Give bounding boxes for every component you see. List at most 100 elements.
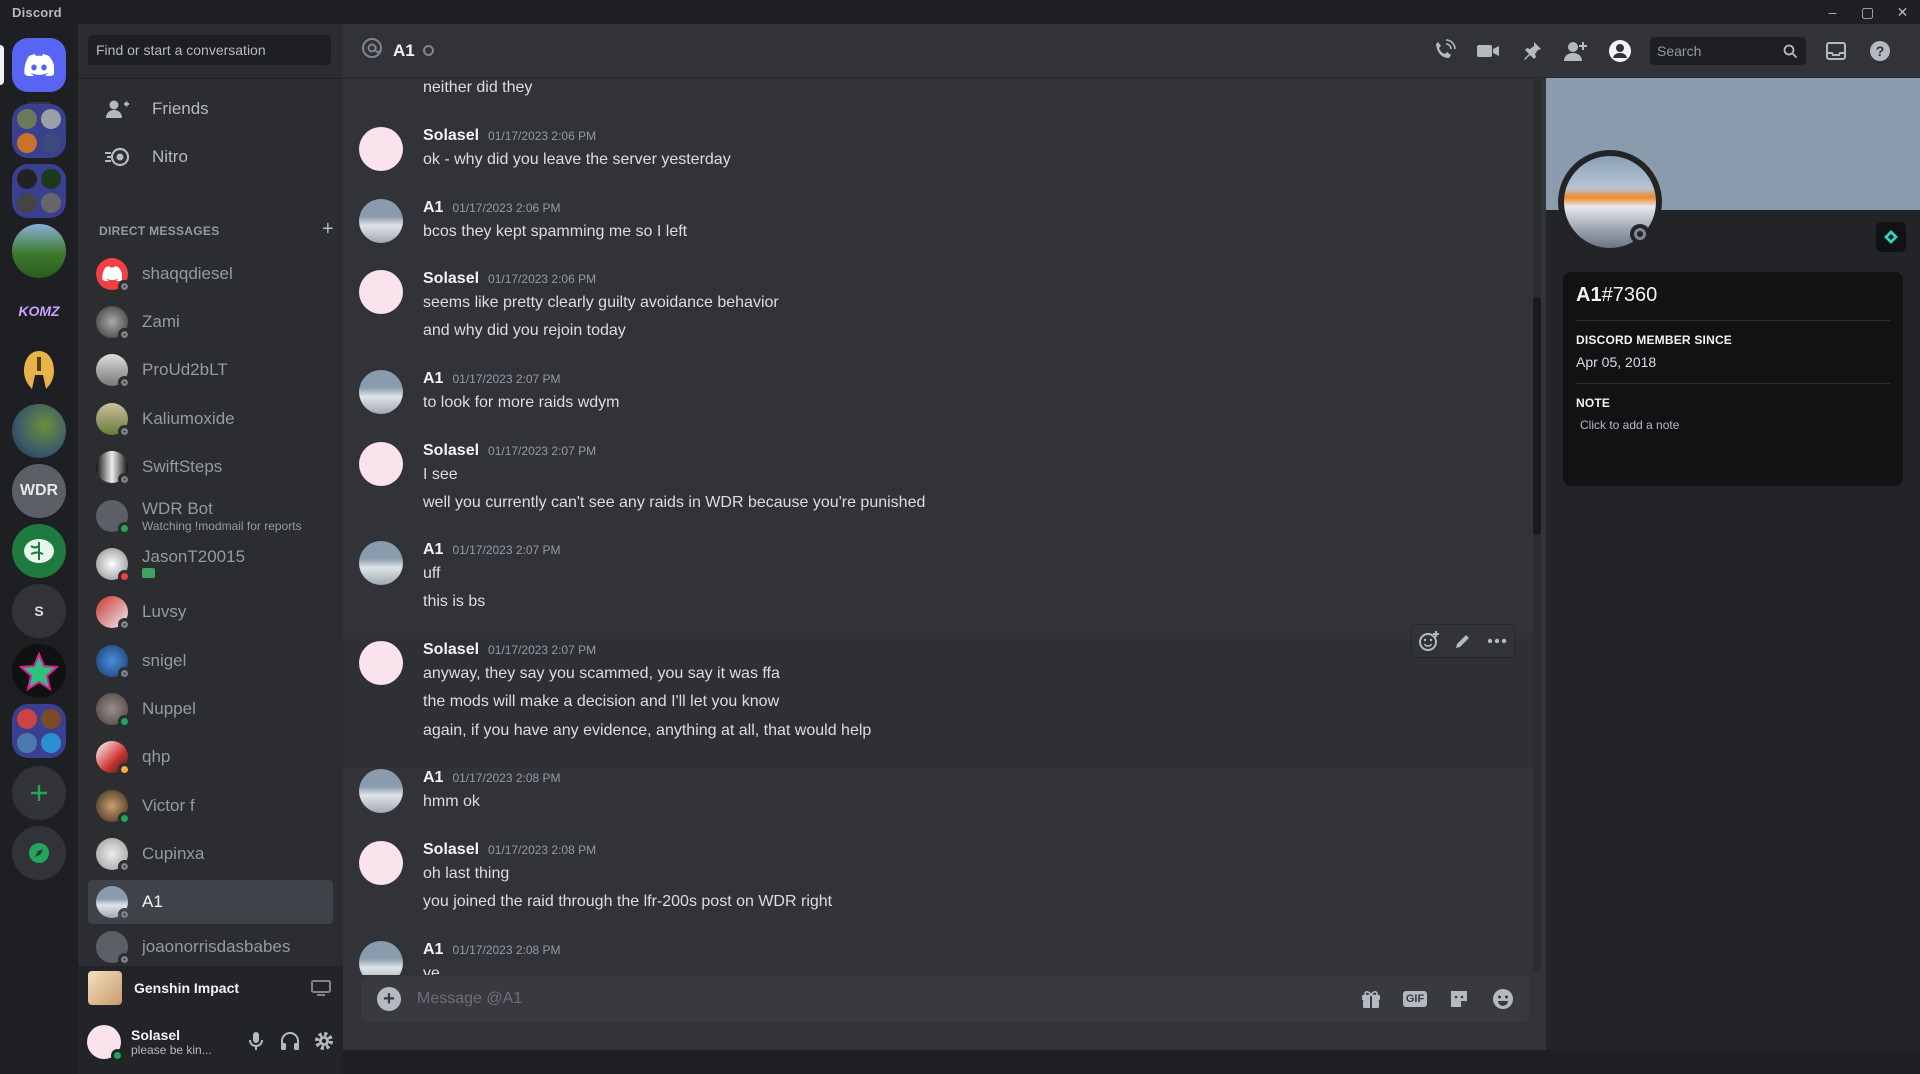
server-icon-brain[interactable]	[12, 524, 66, 578]
message-avatar[interactable]	[359, 270, 403, 314]
dm-item[interactable]: Nuppel	[88, 687, 333, 731]
server-icon-s[interactable]: S	[12, 584, 66, 638]
server-icon-map[interactable]	[12, 404, 66, 458]
gift-icon[interactable]	[1354, 985, 1388, 1013]
gif-button[interactable]: GIF	[1398, 985, 1432, 1013]
message-composer[interactable]: + Message @A1 GIF	[361, 976, 1530, 1022]
server-folder-2[interactable]	[12, 164, 66, 218]
message-text: the mods will make a decision and I'll l…	[423, 693, 780, 710]
message-author[interactable]: Solasel	[423, 270, 479, 288]
attach-plus-icon[interactable]: +	[377, 987, 401, 1011]
server-folder-3[interactable]	[12, 704, 66, 758]
recipient-name: A1	[393, 40, 415, 60]
message-avatar[interactable]	[359, 370, 403, 414]
screen-share-icon[interactable]	[311, 979, 331, 1002]
message-avatar[interactable]	[359, 442, 403, 486]
message-timestamp: 01/17/2023 2:08 PM	[488, 843, 597, 857]
user-profile-icon[interactable]	[1598, 36, 1642, 66]
dm-search-input[interactable]: Find or start a conversation	[88, 35, 331, 65]
message-author[interactable]: A1	[423, 541, 443, 559]
server-icon-star[interactable]	[12, 644, 66, 698]
headphones-icon[interactable]	[279, 1030, 301, 1057]
message-author[interactable]: Solasel	[423, 841, 479, 859]
message-author[interactable]: Solasel	[423, 442, 479, 460]
dm-item[interactable]: shaqqdiesel	[88, 252, 333, 296]
video-call-icon[interactable]	[1466, 36, 1510, 66]
dm-item[interactable]: WDR Bot Watching !modmail for reports	[88, 494, 333, 538]
dm-item-active[interactable]: A1	[88, 880, 333, 924]
dm-item[interactable]: Kaliumoxide	[88, 397, 333, 441]
scrollbar-thumb[interactable]	[1533, 297, 1541, 535]
voice-call-icon[interactable]	[1422, 36, 1466, 66]
message-avatar[interactable]	[359, 641, 403, 685]
dm-item[interactable]: joaonorrisdasbabes	[88, 928, 333, 966]
message-text: ok - why did you leave the server yester…	[423, 151, 731, 168]
message-author[interactable]: Solasel	[423, 127, 479, 145]
sticker-icon[interactable]	[1442, 985, 1476, 1013]
avatar	[96, 741, 131, 776]
dm-item[interactable]: snigel	[88, 639, 333, 683]
message-scrollbar[interactable]	[1533, 79, 1541, 972]
member-since-value: Apr 05, 2018	[1576, 354, 1657, 370]
maximize-button[interactable]: ▢	[1850, 0, 1885, 24]
message-avatar[interactable]	[359, 541, 403, 585]
server-icon-wdr[interactable]: WDR	[12, 464, 66, 518]
message-text: again, if you have any evidence, anythin…	[423, 722, 872, 739]
status-indicator	[118, 953, 131, 966]
message-author[interactable]: A1	[423, 941, 443, 959]
dm-item[interactable]: Victor f	[88, 784, 333, 828]
home-button[interactable]	[12, 38, 66, 92]
status-indicator	[118, 667, 131, 680]
inbox-icon[interactable]	[1814, 36, 1858, 66]
message-avatar[interactable]	[359, 841, 403, 885]
server-folder-1[interactable]	[12, 104, 66, 158]
profile-avatar[interactable]	[1558, 150, 1662, 254]
header-search-input[interactable]: Search	[1650, 37, 1806, 65]
message-avatar[interactable]	[359, 769, 403, 813]
close-button[interactable]: ✕	[1885, 0, 1920, 24]
create-dm-button[interactable]: +	[322, 218, 334, 241]
message-author[interactable]: Solasel	[423, 641, 479, 659]
explore-servers-button[interactable]	[12, 826, 66, 880]
user-avatar[interactable]	[87, 1025, 124, 1062]
message-avatar[interactable]	[359, 199, 403, 243]
message-author[interactable]: A1	[423, 370, 443, 388]
dm-name: Nuppel	[142, 699, 196, 718]
message-avatar[interactable]	[359, 127, 403, 171]
dm-item[interactable]: ProUd2bLT	[88, 348, 333, 392]
dm-item[interactable]: JasonT20015	[88, 542, 333, 586]
dm-item[interactable]: qhp	[88, 735, 333, 779]
add-server-button[interactable]	[12, 766, 66, 820]
pin-icon[interactable]	[1510, 36, 1554, 66]
dm-item[interactable]: SwiftSteps	[88, 445, 333, 489]
nitro-badge-icon[interactable]	[1876, 222, 1906, 252]
dm-activity: Watching !modmail for reports	[142, 519, 302, 533]
note-input[interactable]: Click to add a note	[1580, 418, 1890, 432]
microphone-icon[interactable]	[245, 1030, 267, 1057]
add-friend-icon[interactable]	[1554, 36, 1598, 66]
server-icon-komz[interactable]: KOMZ	[12, 284, 66, 338]
message-avatar[interactable]	[359, 941, 403, 975]
dm-item[interactable]: Luvsy	[88, 590, 333, 634]
minimize-button[interactable]: –	[1815, 0, 1850, 24]
message-input[interactable]: Message @A1	[417, 990, 522, 1008]
server-icon-field[interactable]	[12, 224, 66, 278]
help-icon[interactable]: ?	[1858, 36, 1902, 66]
compass-icon	[29, 843, 49, 863]
message-text: neither did they	[423, 79, 533, 96]
gear-icon[interactable]	[313, 1030, 335, 1057]
user-info[interactable]: Solasel please be kin...	[131, 1027, 212, 1057]
server-icon-helmet[interactable]	[12, 344, 66, 398]
message-text: you joined the raid through the lfr-200s…	[423, 893, 833, 910]
emoji-icon[interactable]	[1486, 985, 1520, 1013]
more-options-icon[interactable]	[1480, 625, 1514, 657]
nav-friends[interactable]: Friends	[88, 88, 333, 130]
dm-item[interactable]: Zami	[88, 300, 333, 344]
edit-pencil-icon[interactable]	[1446, 625, 1480, 657]
message-author[interactable]: A1	[423, 199, 443, 217]
dm-search[interactable]: Find or start a conversation	[88, 35, 333, 67]
message-author[interactable]: A1	[423, 769, 443, 787]
dm-item[interactable]: Cupinxa	[88, 832, 333, 876]
add-reaction-icon[interactable]	[1412, 625, 1446, 657]
nav-nitro[interactable]: Nitro	[88, 136, 333, 178]
